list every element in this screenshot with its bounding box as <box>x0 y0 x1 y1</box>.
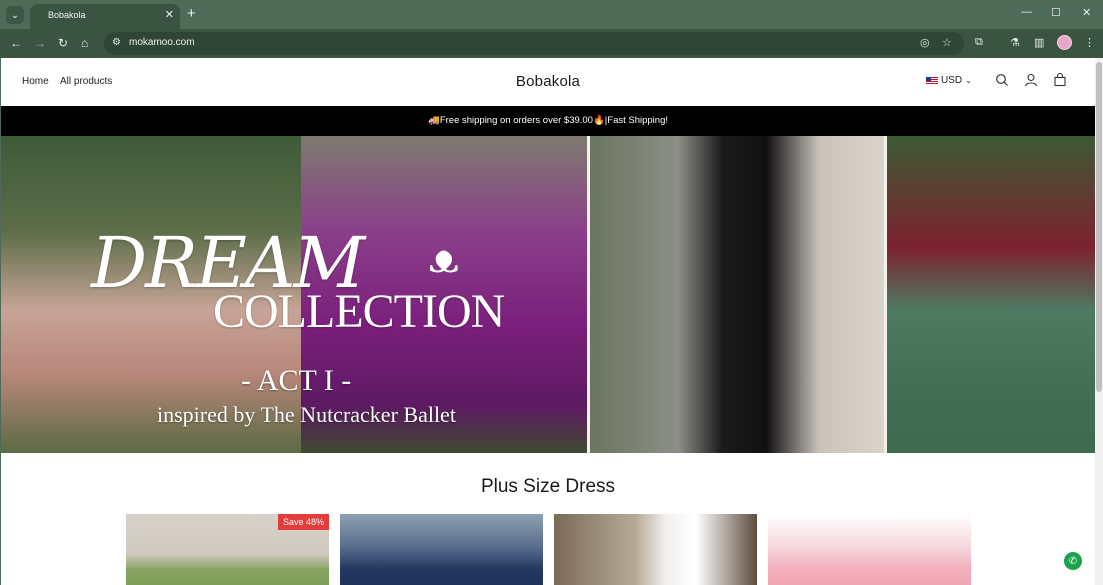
tab-search-icon[interactable]: ⌄ <box>6 6 24 24</box>
bow-icon: ᴥ <box>429 236 459 282</box>
web-page: Home All products Bobakola USD ⌄ 🚚Free s… <box>1 58 1095 585</box>
browser-tab[interactable]: Bobakola ✕ <box>30 4 180 29</box>
bookmark-star-icon[interactable]: ☆ <box>942 36 952 49</box>
chevron-down-icon: ⌄ <box>965 76 972 85</box>
hero-title-collection: COLLECTION <box>213 285 505 338</box>
browser-menu-icon[interactable]: ⋮ <box>1084 36 1095 49</box>
browser-window: ⌄ Bobakola ✕ + — ☐ ✕ ← → ↻ ⌂ ⚙ mokamoo.c… <box>0 0 1103 585</box>
account-icon[interactable] <box>1024 73 1038 87</box>
window-close-button[interactable]: ✕ <box>1082 6 1091 19</box>
page-scrollbar[interactable] <box>1095 58 1103 585</box>
site-header: Home All products Bobakola USD ⌄ <box>1 58 1095 106</box>
home-button[interactable]: ⌂ <box>81 36 88 50</box>
chat-icon[interactable]: ✆ <box>1064 552 1082 570</box>
scrollbar-thumb[interactable] <box>1096 62 1102 392</box>
hero-subtitle: inspired by The Nutcracker Ballet <box>157 402 456 427</box>
product-card[interactable] <box>768 514 971 585</box>
hero-photo-green-dress <box>887 136 1095 453</box>
minimize-button[interactable]: — <box>1021 6 1032 18</box>
hero-banner[interactable]: DREAM ᴥ COLLECTION - ACT I - inspired by… <box>1 136 1095 453</box>
address-bar[interactable]: ⚙ mokamoo.com ◎ ☆ <box>104 32 964 55</box>
browser-toolbar: ← → ↻ ⌂ ⚙ mokamoo.com ◎ ☆ ⧉ ⚗ ▥ ⋮ <box>0 29 1103 58</box>
side-panel-icon[interactable]: ▥ <box>1034 36 1044 49</box>
tab-title: Bobakola <box>48 10 86 20</box>
site-info-icon[interactable]: ⚙ <box>112 37 121 48</box>
product-card[interactable] <box>554 514 757 585</box>
cart-icon[interactable] <box>1053 73 1067 87</box>
forward-button[interactable]: → <box>34 36 46 50</box>
new-tab-button[interactable]: + <box>187 5 196 22</box>
profile-avatar[interactable] <box>1057 35 1072 50</box>
currency-selector[interactable]: USD ⌄ <box>926 75 972 86</box>
hero-photo-black-dress <box>590 136 884 453</box>
eye-off-icon[interactable]: ◎ <box>920 36 930 49</box>
labs-flask-icon[interactable]: ⚗ <box>1010 36 1020 49</box>
us-flag-icon <box>926 76 938 85</box>
url-text[interactable]: mokamoo.com <box>129 37 195 48</box>
back-button[interactable]: ← <box>10 36 22 50</box>
announcement-bar: 🚚Free shipping on orders over $39.00🔥|Fa… <box>1 106 1095 136</box>
close-icon[interactable]: ✕ <box>165 8 174 21</box>
product-card[interactable] <box>340 514 543 585</box>
reload-button[interactable]: ↻ <box>58 36 68 50</box>
search-icon[interactable] <box>995 73 1009 87</box>
hero-act: - ACT I - <box>241 364 352 397</box>
sale-badge: Save 48% <box>277 514 329 530</box>
extensions-icon[interactable]: ⧉ <box>975 36 983 49</box>
maximize-button[interactable]: ☐ <box>1051 6 1061 19</box>
currency-label: USD <box>941 75 963 86</box>
product-card[interactable]: Save 48% <box>126 514 329 585</box>
tab-strip: ⌄ Bobakola ✕ + — ☐ ✕ <box>0 0 1103 29</box>
section-title: Plus Size Dress <box>480 476 616 497</box>
